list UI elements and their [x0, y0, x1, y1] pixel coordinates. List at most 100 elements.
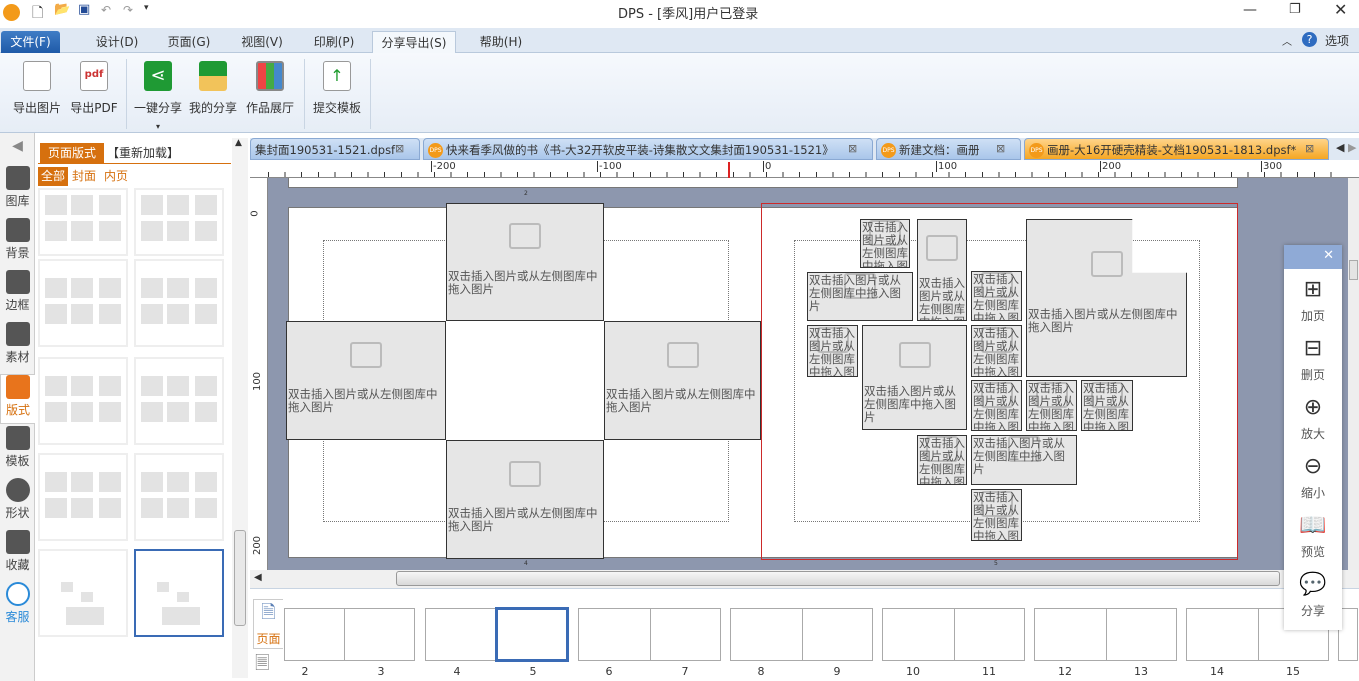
tool-favorites[interactable]: 收藏 — [0, 530, 35, 573]
tool-material[interactable]: 素材 — [0, 322, 35, 365]
page-thumbnail[interactable] — [425, 608, 496, 661]
one-click-share-button[interactable]: ⋖ 一键分享 ▾ — [132, 61, 184, 131]
image-placeholder[interactable]: 双击插入图片或从左侧图库中拖入图片 — [971, 380, 1022, 431]
zoom-out-button[interactable]: ⊖ 缩小 — [1284, 454, 1342, 501]
submit-template-button[interactable]: ↑ 提交模板 — [310, 61, 364, 116]
delete-page-button[interactable]: ⊟ 删页 — [1284, 336, 1342, 383]
layout-thumbnail[interactable] — [38, 549, 128, 637]
tool-layout[interactable]: 版式 — [0, 374, 35, 424]
filter-all[interactable]: 全部 — [38, 167, 68, 186]
image-placeholder[interactable]: 双击插入图片或从左侧图库中拖入图片 — [917, 435, 967, 485]
doc-tab-active[interactable]: DPS 画册-大16开硬壳精装-文档190531-1813.dpsf* — [1024, 138, 1329, 160]
export-pdf-button[interactable]: pdf 导出PDF — [68, 61, 120, 116]
layout-thumbnail[interactable] — [38, 453, 128, 541]
redo-icon[interactable]: ↷ — [123, 3, 133, 17]
image-placeholder[interactable]: 双击插入图片或从左侧图库中拖入图片 — [807, 325, 858, 377]
layout-thumbnail[interactable] — [38, 357, 128, 445]
image-placeholder[interactable]: 双击插入图片或从左侧图库中拖入图片 — [917, 219, 967, 321]
page-thumbnail-spread[interactable] — [1034, 608, 1177, 661]
tab-scroll-left-icon[interactable]: ◀ — [1336, 141, 1344, 154]
close-tab-icon[interactable]: ⊠ — [395, 142, 404, 155]
restore-button[interactable]: ❐ — [1289, 2, 1301, 17]
image-placeholder[interactable]: 双击插入图片或从左侧图库中拖入图片 — [860, 219, 910, 268]
tool-gallery[interactable]: 图库 — [0, 166, 35, 209]
quick-access-dropdown-icon[interactable]: ▾ — [144, 3, 149, 13]
close-icon[interactable]: ✕ — [1323, 248, 1334, 263]
close-tab-icon[interactable]: ⊠ — [996, 142, 1005, 155]
layout-thumbnail[interactable] — [134, 357, 224, 445]
design-canvas[interactable]: 2 4 5 双击插入图片或从左侧图库中拖入图片 双击插入图片或从左侧图库中拖入图片… — [268, 178, 1348, 570]
image-placeholder[interactable]: 双击插入图片或从左侧图库中拖入图片 — [1026, 380, 1077, 431]
menu-share-export[interactable]: 分享导出(S) — [372, 31, 456, 53]
document-icon[interactable]: 🗏 — [255, 651, 269, 681]
image-placeholder[interactable]: 双击插入图片或从左侧图库中拖入图片 — [971, 435, 1077, 485]
image-placeholder[interactable]: 双击插入图片或从左侧图库中拖入图片 — [604, 321, 761, 440]
page-thumbnail-spread[interactable] — [578, 608, 721, 661]
image-placeholder[interactable]: 双击插入图片或从左侧图库中拖入图片 — [971, 271, 1022, 321]
doc-tab[interactable]: DPS 快来看季风做的书《书-大32开软皮平装-诗集散文文集封面190531-15… — [423, 138, 873, 160]
new-file-icon[interactable]: 🗋 — [32, 2, 43, 26]
dropdown-arrow-icon[interactable]: ▾ — [132, 122, 184, 131]
menu-help[interactable]: 帮助(H) — [472, 31, 530, 53]
panel-scrollbar[interactable]: ▲ — [232, 138, 248, 678]
image-placeholder[interactable]: 双击插入图片或从左侧图库中拖入图片 — [446, 203, 604, 321]
image-placeholder[interactable]: 双击插入图片或从左侧图库中拖入图片 — [1081, 380, 1133, 431]
layout-thumbnail[interactable] — [134, 549, 224, 637]
add-page-button[interactable]: ⊞ 加页 — [1284, 277, 1342, 324]
collapse-ribbon-icon[interactable]: ︿ — [1282, 33, 1292, 48]
preview-button[interactable]: 📖 预览 — [1284, 513, 1342, 560]
horizontal-scrollbar[interactable]: ◀ — [250, 570, 1359, 588]
scrollbar-thumb[interactable] — [234, 530, 246, 626]
vertical-scrollbar[interactable] — [1348, 178, 1359, 570]
filter-inner[interactable]: 内页 — [104, 167, 128, 186]
layout-thumbnail[interactable] — [134, 188, 224, 256]
tab-page-layout[interactable]: 页面版式 — [40, 143, 104, 163]
scrollbar-thumb[interactable] — [396, 571, 1280, 586]
selected-page-thumbnail[interactable] — [495, 607, 569, 662]
tab-scroll-right-icon[interactable]: ▶ — [1348, 141, 1356, 154]
image-placeholder[interactable]: 双击插入图片或从左侧图库中拖入图片 — [971, 489, 1022, 541]
page-thumbnail-spread[interactable] — [882, 608, 1025, 661]
undo-icon[interactable]: ↶ — [101, 3, 111, 17]
page-thumbnail-spread[interactable] — [284, 608, 415, 661]
tool-background[interactable]: 背景 — [0, 218, 35, 261]
image-placeholder[interactable]: 双击插入图片或从左侧图库中拖入图片 — [446, 440, 604, 559]
my-share-button[interactable]: 我的分享 — [187, 61, 239, 116]
reload-link[interactable]: 【重新加载】 — [107, 143, 179, 163]
image-placeholder[interactable]: 双击插入图片或从左侧图库中拖入图片 — [971, 325, 1022, 377]
menu-design[interactable]: 设计(D) — [88, 31, 146, 53]
share-button[interactable]: 💬 分享 — [1284, 572, 1342, 619]
close-tab-icon[interactable]: ⊠ — [848, 142, 857, 155]
zoom-in-button[interactable]: ⊕ 放大 — [1284, 395, 1342, 442]
tool-template[interactable]: 模板 — [0, 426, 35, 469]
page-thumbnail-spread[interactable] — [730, 608, 873, 661]
save-icon[interactable]: ▣ — [78, 2, 90, 17]
layout-thumbnail[interactable] — [38, 259, 128, 347]
menu-view[interactable]: 视图(V) — [233, 31, 291, 53]
open-folder-icon[interactable]: 📂 — [54, 2, 70, 17]
layout-thumbnail[interactable] — [38, 188, 128, 256]
help-icon[interactable]: ? — [1302, 32, 1317, 47]
layout-thumbnail[interactable] — [134, 453, 224, 541]
pages-tab[interactable]: 🗎 页面 — [253, 599, 283, 649]
filter-cover[interactable]: 封面 — [72, 167, 96, 186]
collapse-panel-icon[interactable]: ◀ — [0, 138, 35, 154]
export-image-button[interactable]: 导出图片 — [10, 61, 64, 116]
image-placeholder[interactable]: 双击插入图片或从左侧图库中拖入图片 — [807, 272, 913, 321]
layout-thumbnail[interactable] — [134, 259, 224, 347]
tool-support[interactable]: 客服 — [0, 582, 35, 625]
tool-shape[interactable]: 形状 — [0, 478, 35, 521]
scroll-up-icon[interactable]: ▲ — [235, 138, 242, 148]
scroll-left-icon[interactable]: ◀ — [254, 572, 262, 583]
minimize-button[interactable]: — — [1243, 2, 1257, 18]
scrollbar-thumb[interactable] — [1349, 260, 1358, 280]
menu-file[interactable]: 文件(F) — [1, 31, 60, 53]
options-menu[interactable]: 选项 — [1325, 32, 1349, 49]
image-placeholder[interactable]: 双击插入图片或从左侧图库中拖入图片 — [286, 321, 446, 440]
tool-border[interactable]: 边框 — [0, 270, 35, 313]
gallery-button[interactable]: 作品展厅 — [244, 61, 296, 116]
close-button[interactable]: ✕ — [1334, 0, 1347, 19]
image-placeholder[interactable]: 双击插入图片或从左侧图库中拖入图片 — [862, 325, 967, 430]
menu-page[interactable]: 页面(G) — [160, 31, 218, 53]
menu-print[interactable]: 印刷(P) — [305, 31, 363, 53]
